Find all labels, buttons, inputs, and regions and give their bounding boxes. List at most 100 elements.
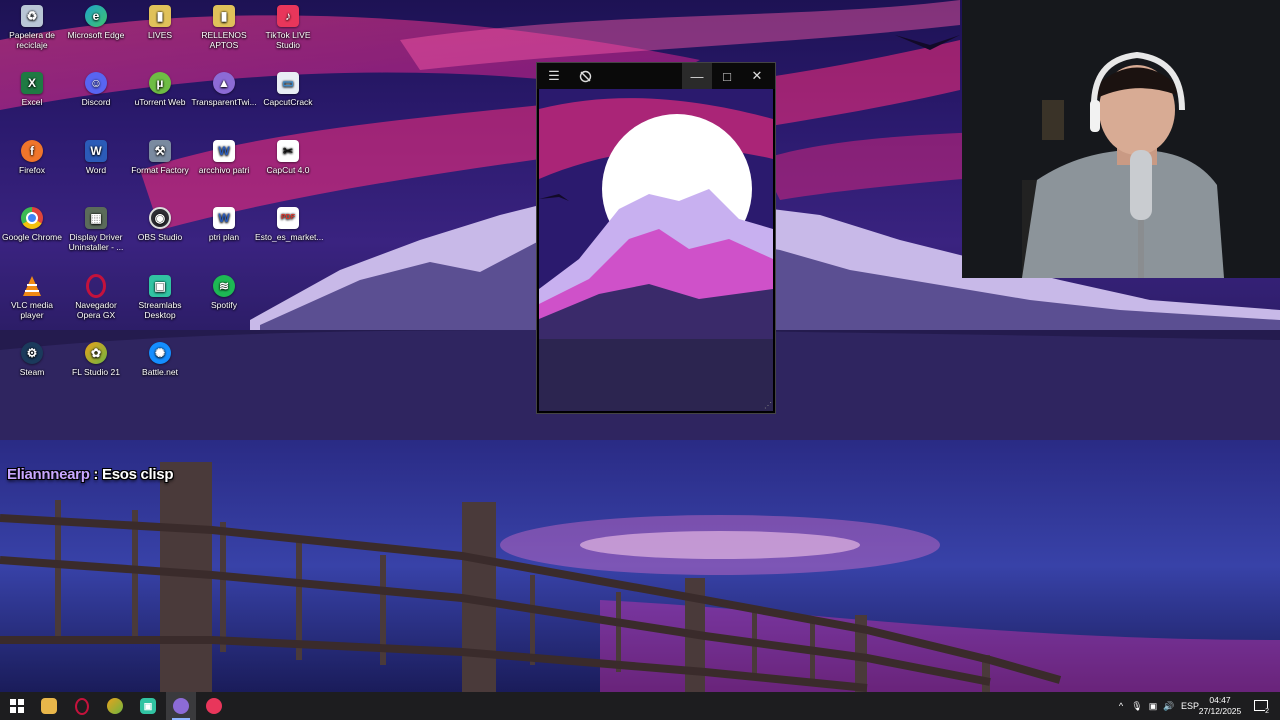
clock-time: 04:47 <box>1209 695 1231 705</box>
desktop-icon-google-chrome[interactable]: Google Chrome <box>0 207 65 242</box>
format-factory-icon: ⚒ <box>149 140 171 162</box>
desktop-icon-label: uTorrent Web <box>134 97 186 107</box>
desktop-icon-firefox[interactable]: f Firefox <box>0 140 65 175</box>
desktop-icon-label: Firefox <box>19 165 45 175</box>
network-icon[interactable]: ▣ <box>1146 692 1160 720</box>
desktop-icon-label: Navegador Opera GX <box>75 300 117 320</box>
desktop-icon-display-driver-uninstaller[interactable]: ▦ Display Driver Uninstaller - ... <box>63 207 129 252</box>
desktop-icon-microsoft-edge[interactable]: e Microsoft Edge <box>63 5 129 40</box>
word-icon: W <box>85 140 107 162</box>
desktop-icon-discord[interactable]: ☺ Discord <box>63 72 129 107</box>
desktop-icon-fl-studio[interactable]: ✿ FL Studio 21 <box>63 342 129 377</box>
microphone-icon[interactable]: 🎙 <box>1130 692 1144 720</box>
volume-icon[interactable]: 🔊 <box>1162 692 1176 720</box>
windows-start-icon[interactable] <box>2 692 32 720</box>
taskbar: ▣ ^ 🎙 ▣ 🔊 ESP 04:47 27/12/2025 2 <box>0 692 1280 720</box>
ddu-icon: ▦ <box>85 207 107 229</box>
tray-overflow-chevron[interactable]: ^ <box>1114 692 1128 720</box>
desktop-icon-capcut[interactable]: ✂ CapCut 4.0 <box>255 140 321 175</box>
desktop-icon-transparent-twitch[interactable]: ▲ TransparentTwi... <box>191 72 257 107</box>
recycle-bin-icon: ♻ <box>21 5 43 27</box>
desktop-icon-excel[interactable]: X Excel <box>0 72 65 107</box>
notification-count: 2 <box>1265 708 1269 715</box>
desktop-icon-spotify[interactable]: ≋ Spotify <box>191 275 257 310</box>
floating-app-window[interactable]: ☰ — □ ✕ ⋰ <box>536 62 776 414</box>
desktop-icon-recycle-bin[interactable]: ♻ Papelera de reciclaje <box>0 5 65 50</box>
desktop-icon-arcchivo-patri[interactable]: W arcchivo patri <box>191 140 257 175</box>
desktop-icon-label: ptri plan <box>208 232 240 242</box>
desktop-icon-label: Papelera de reciclaje <box>9 30 55 50</box>
tiktok-live-icon: ♪ <box>277 5 299 27</box>
folder-icon: ▮ <box>213 5 235 27</box>
folder-icon <box>41 698 57 714</box>
desktop-icon-format-factory[interactable]: ⚒ Format Factory <box>127 140 193 175</box>
desktop-icon-label: Esto_es_market... <box>255 232 324 242</box>
desktop-icon-steam[interactable]: ⚙ Steam <box>0 342 65 377</box>
desktop-icon-label: VLC media player <box>10 300 54 320</box>
desktop-icon-label: OBS Studio <box>137 232 183 242</box>
desktop-icon-lives-folder[interactable]: ▮ LIVES <box>127 5 193 40</box>
desktop-icon-streamlabs[interactable]: ▣ Streamlabs Desktop <box>127 275 193 320</box>
desktop-icon-utorrent[interactable]: µ uTorrent Web <box>127 72 193 107</box>
desktop-icon-rellenos-aptos-folder[interactable]: ▮ RELLENOS APTOS <box>191 5 257 50</box>
hamburger-menu-icon[interactable]: ☰ <box>539 63 569 89</box>
eye-off-icon[interactable] <box>570 63 600 89</box>
twitch-icon <box>173 698 189 714</box>
close-button[interactable]: ✕ <box>742 63 772 89</box>
notifications-icon[interactable]: 2 <box>1248 692 1274 720</box>
vlc-icon <box>21 275 43 297</box>
edge-icon: e <box>85 5 107 27</box>
desktop-icon-label: Streamlabs Desktop <box>138 300 182 320</box>
discord-icon: ☺ <box>85 72 107 94</box>
taskbar-clock[interactable]: 04:47 27/12/2025 <box>1196 695 1244 717</box>
desktop-icon-obs-studio[interactable]: ◉ OBS Studio <box>127 207 193 242</box>
opera-gx-icon <box>75 697 89 715</box>
minimize-button[interactable]: — <box>682 63 712 89</box>
desktop-icon-label: Spotify <box>211 300 237 310</box>
fl-studio-icon <box>107 698 123 714</box>
capcut-icon: ✂ <box>277 140 299 162</box>
desktop-icon-label: RELLENOS APTOS <box>201 30 247 50</box>
chat-separator: : <box>89 466 102 483</box>
resize-grip-icon[interactable]: ⋰ <box>764 402 772 410</box>
word-doc-icon: W <box>213 207 235 229</box>
streamlabs-icon: ▣ <box>149 275 171 297</box>
window-titlebar[interactable]: ☰ — □ ✕ <box>537 63 775 89</box>
desktop-icon-opera-gx[interactable]: Navegador Opera GX <box>63 274 129 320</box>
window-preview-image <box>539 89 773 411</box>
taskbar-fl-studio[interactable] <box>100 692 130 720</box>
desktop-icon-label: CapcutCrack <box>263 97 313 107</box>
desktop-icon-label: Battle.net <box>142 367 178 377</box>
taskbar-file-explorer[interactable] <box>34 692 64 720</box>
desktop-icon-tiktok-live-studio[interactable]: ♪ TikTok LIVE Studio <box>255 5 321 50</box>
taskbar-tiktok-live[interactable] <box>199 692 229 720</box>
desktop-icon-capcutcrack[interactable]: ▭ CapcutCrack <box>255 72 321 107</box>
desktop-icon-label: Excel <box>21 97 43 107</box>
desktop-icon-label: FL Studio 21 <box>72 367 120 377</box>
chrome-icon <box>21 207 43 229</box>
desktop-icon-label: Word <box>85 165 107 175</box>
folder-icon: ▮ <box>149 5 171 27</box>
taskbar-opera-gx[interactable] <box>67 692 97 720</box>
firefox-icon: f <box>21 140 43 162</box>
maximize-button[interactable]: □ <box>712 63 742 89</box>
desktop-icon-label: TransparentTwi... <box>191 97 257 107</box>
desktop-icon-label: Display Driver Uninstaller - ... <box>68 232 124 252</box>
desktop-icon-label: Steam <box>19 367 45 377</box>
battlenet-icon: ✺ <box>149 342 171 364</box>
desktop-icon-word[interactable]: W Word <box>63 140 129 175</box>
desktop-icon-label: Discord <box>81 97 111 107</box>
desktop-icon-ptri-plan[interactable]: W ptri plan <box>191 207 257 242</box>
twitch-icon: ▲ <box>213 72 235 94</box>
obs-icon: ◉ <box>149 207 171 229</box>
taskbar-streamlabs[interactable]: ▣ <box>133 692 163 720</box>
desktop-icon-battlenet[interactable]: ✺ Battle.net <box>127 342 193 377</box>
excel-icon: X <box>21 72 43 94</box>
desktop-icon-label: arcchivo patri <box>198 165 250 175</box>
desktop-icon-vlc[interactable]: VLC media player <box>0 275 65 320</box>
taskbar-transparent-twitch[interactable] <box>166 692 196 720</box>
steam-icon: ⚙ <box>21 342 43 364</box>
desktop-icon-pdf-file[interactable]: PDF Esto_es_market... <box>255 207 324 242</box>
chat-text: Esos clisp <box>102 466 174 483</box>
chat-message: Eliannnearp : Esos clisp <box>7 466 174 483</box>
